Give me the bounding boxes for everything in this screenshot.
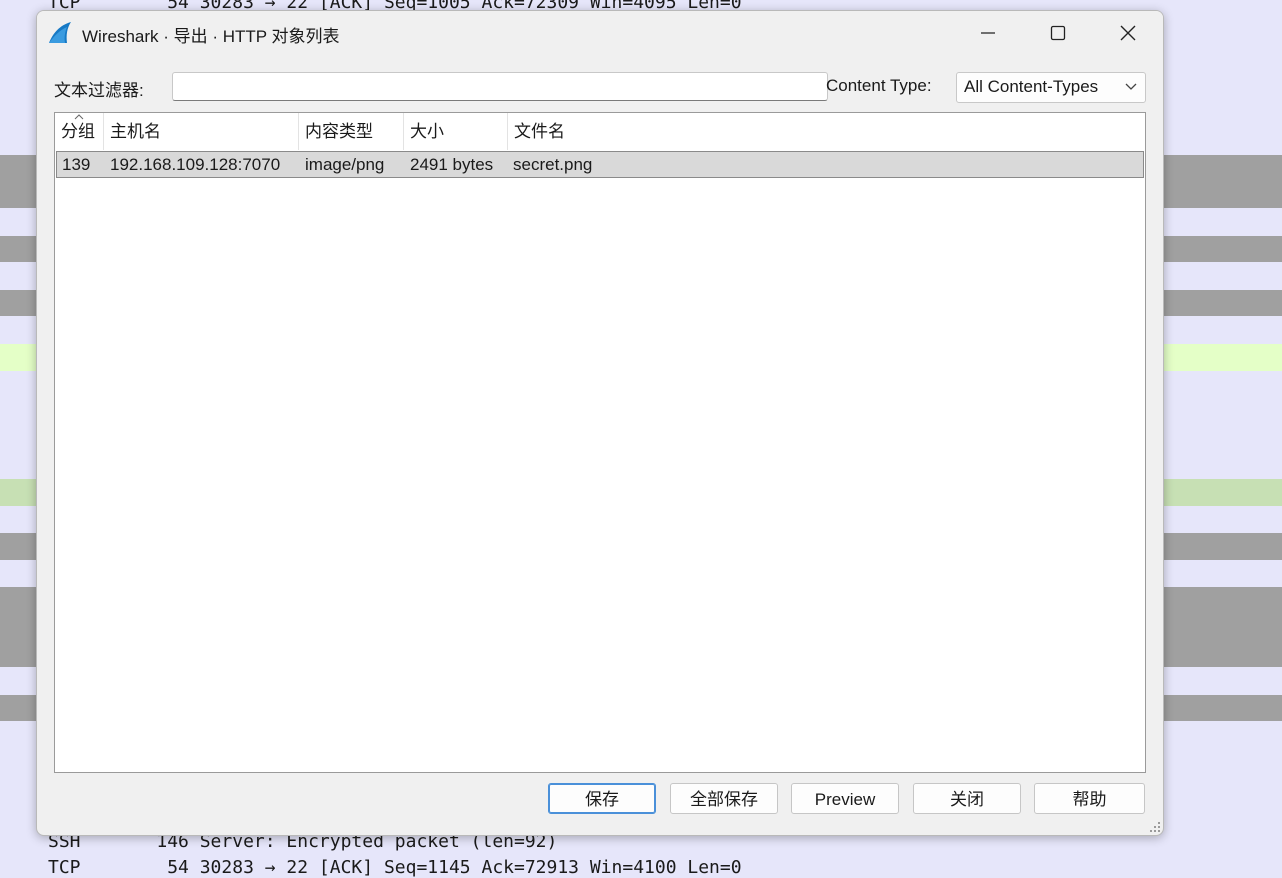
chevron-down-icon	[1125, 83, 1137, 90]
sort-ascending-icon	[74, 114, 84, 120]
minimize-button[interactable]	[953, 11, 1023, 55]
table-row[interactable]: 139 192.168.109.128:7070 image/png 2491 …	[56, 151, 1144, 178]
cell-size: 2491 bytes	[410, 155, 494, 174]
export-http-objects-dialog: Wireshark · 导出 · HTTP 对象列表 文本过滤器: Conten…	[36, 10, 1164, 836]
column-header-hostname[interactable]: 主机名	[104, 113, 299, 150]
cell-hostname: 192.168.109.128:7070	[110, 155, 281, 174]
content-type-selected: All Content-Types	[964, 77, 1099, 96]
cell-filename: secret.png	[513, 155, 593, 174]
minimize-icon	[981, 32, 995, 34]
text-filter-label: 文本过滤器:	[54, 81, 144, 100]
save-button[interactable]: 保存	[548, 783, 656, 814]
column-header-packet[interactable]: 分组	[55, 113, 104, 150]
maximize-button[interactable]	[1023, 11, 1093, 55]
wireshark-fin-icon	[47, 21, 73, 45]
cell-packet: 139	[62, 155, 91, 174]
http-objects-table[interactable]: 分组 主机名 内容类型 大小 文件名 139 192.168.109.128:7…	[54, 112, 1146, 773]
maximize-icon	[1050, 25, 1066, 41]
table-header: 分组 主机名 内容类型 大小 文件名	[55, 113, 1145, 150]
save-all-button[interactable]: 全部保存	[670, 783, 778, 814]
resize-grip-icon[interactable]	[1149, 821, 1161, 833]
close-icon	[1120, 25, 1136, 41]
preview-button[interactable]: Preview	[791, 783, 899, 814]
column-header-filename[interactable]: 文件名	[508, 113, 1145, 150]
column-header-content-type[interactable]: 内容类型	[299, 113, 404, 150]
cell-content-type: image/png	[305, 155, 385, 174]
content-type-select[interactable]: All Content-Types	[956, 72, 1146, 103]
content-type-label: Content Type:	[826, 76, 932, 95]
help-button[interactable]: 帮助	[1034, 783, 1145, 814]
text-filter-input[interactable]	[172, 72, 828, 101]
title-bar[interactable]: Wireshark · 导出 · HTTP 对象列表	[37, 11, 1163, 55]
close-dialog-button[interactable]: 关闭	[913, 783, 1021, 814]
window-title: Wireshark · 导出 · HTTP 对象列表	[82, 27, 340, 46]
close-button[interactable]	[1093, 11, 1163, 55]
column-header-size[interactable]: 大小	[404, 113, 508, 150]
